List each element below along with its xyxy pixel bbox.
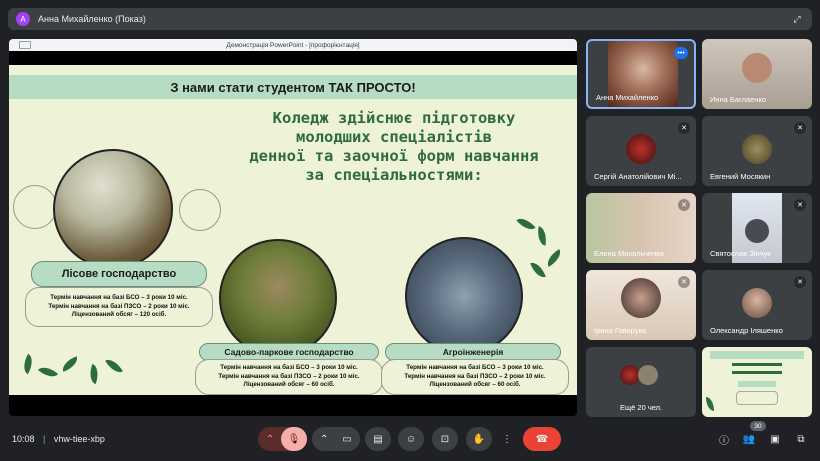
more-options-button[interactable]: ⋮ (498, 427, 516, 451)
expand-icon[interactable]: ⤢ (790, 13, 804, 25)
presentation-slide: З нами стати студентом ТАК ПРОСТО! Колед… (9, 65, 577, 395)
mic-off-icon: ✕ (794, 199, 806, 211)
avatar (742, 134, 772, 164)
presenter-bar: А Анна Михайленко (Показ) ⤢ (8, 8, 812, 30)
leaf-decoration (37, 362, 59, 382)
avatar (626, 134, 656, 164)
slide-header-text: З нами стати студентом ТАК ПРОСТО! (170, 79, 416, 95)
participant-count-badge: 30 (750, 421, 766, 431)
info-line: Термін навчання на базі БСО – 3 роки 10 … (220, 364, 358, 371)
participant-name: Елена Михальченко (594, 249, 664, 258)
avatar (621, 278, 661, 318)
people-icon[interactable]: 👥 (742, 432, 756, 446)
shared-screen: Демонстрація PowerPoint - [профорієнтаці… (9, 39, 577, 416)
slide-text-line: денної та заочної форм навчання (249, 147, 539, 165)
activities-icon[interactable]: ⧉ (794, 432, 808, 446)
avatar (745, 219, 769, 243)
leaf-decoration (86, 363, 102, 385)
avatar (620, 365, 640, 385)
participant-name: Инна Баглаенко (710, 95, 766, 104)
info-line: Термін навчання на базі ПЗСО – 2 роки 10… (218, 372, 360, 380)
participant-name: Сергій Анатолійович Мі... (594, 172, 682, 181)
thumbnail-pill (738, 381, 776, 387)
leaf-decoration (543, 249, 565, 267)
participant-name: Ірина Говорука (594, 326, 647, 335)
mic-off-icon: ✕ (794, 276, 806, 288)
leaf-decoration (706, 397, 714, 411)
mic-off-icon: ✕ (678, 276, 690, 288)
slide-header: З нами стати студентом ТАК ПРОСТО! (9, 75, 577, 99)
participant-tile[interactable]: ✕ Сергій Анатолійович Мі... (586, 116, 696, 186)
thumbnail-box (736, 391, 778, 405)
participant-tile[interactable]: ✕ Святослав Зінчук (702, 193, 812, 263)
participant-tile[interactable]: ••• Анна Михайленко (586, 39, 696, 109)
presenter-avatar: А (16, 12, 30, 26)
leaf-decoration (535, 226, 549, 246)
chat-icon[interactable]: ▣ (768, 432, 782, 446)
info-line: Ліцензований обсяг – 120 осіб. (71, 311, 167, 318)
leaf-decoration (105, 355, 123, 377)
more-participants-label: Ещё 20 чел. (620, 403, 663, 412)
slide-text-line: за спеціальностями: (305, 166, 483, 184)
clock-time: 10:08 (12, 434, 35, 444)
leaf-decoration (59, 356, 81, 372)
participant-tile[interactable]: ✕ Ірина Говорука (586, 270, 696, 340)
program-info-agro: Термін навчання на базі БСО – 3 роки 10 … (381, 359, 569, 395)
info-line: Термін навчання на базі БСО – 3 роки 10 … (50, 294, 188, 301)
leaf-decoration (530, 259, 546, 281)
info-line: Ліцензований обсяг – 60 осіб. (243, 381, 335, 388)
mic-off-icon: ✕ (678, 122, 690, 134)
slide-thumbnail-tile[interactable] (702, 347, 812, 417)
present-button[interactable]: ⊡ (432, 427, 458, 451)
leaf-decoration (516, 213, 536, 235)
slide-text-line: Коледж здійснює підготовку (272, 109, 516, 127)
avatar (638, 365, 658, 385)
share-titlebar: Демонстрація PowerPoint - [профорієнтаці… (9, 39, 577, 51)
microphone-off-button[interactable]: 🎙 (281, 427, 307, 451)
slide-text-line: молодших спеціалістів (296, 128, 492, 146)
info-line: Термін навчання на базі ПЗСО – 2 роки 10… (404, 372, 546, 380)
participant-tile[interactable]: ✕ Олександр Іляшенко (702, 270, 812, 340)
participant-name: Олександр Іляшенко (710, 326, 783, 335)
participant-name: Анна Михайленко (596, 93, 659, 102)
forestry-photo (53, 149, 173, 269)
meeting-code: vhw-tiee-xbp (53, 434, 105, 444)
program-label-forestry: Лісове господарство (31, 261, 207, 287)
program-info-forestry: Термін навчання на базі БСО – 3 роки 10 … (25, 287, 213, 327)
captions-button[interactable]: ▤ (365, 427, 391, 451)
presenter-name: Анна Михайленко (Показ) (38, 14, 146, 24)
engineering-photo (405, 237, 523, 355)
decor-ring (179, 189, 221, 231)
info-line: Термін навчання на базі ПЗСО – 2 роки 10… (48, 302, 190, 310)
info-icon[interactable]: ⓘ (717, 432, 731, 447)
decor-ring (13, 185, 57, 229)
share-window-title: Демонстрація PowerPoint - [профорієнтаці… (226, 41, 360, 49)
thumbnail-line (732, 371, 782, 374)
slide-main-text: Коледж здійснює підготовку молодших спец… (219, 109, 569, 185)
participant-tile[interactable]: Инна Баглаенко (702, 39, 812, 109)
mic-off-icon: ✕ (794, 122, 806, 134)
garden-photo (219, 239, 337, 357)
avatar (742, 53, 772, 83)
thumbnail-header (710, 351, 804, 359)
emoji-button[interactable]: ☺ (398, 427, 424, 451)
avatar (742, 288, 772, 318)
leave-call-button[interactable]: ☎ (523, 427, 561, 451)
participant-name: Святослав Зінчук (710, 249, 771, 258)
more-participants-tile[interactable]: Ещё 20 чел. (586, 347, 696, 417)
participant-name: Евгений Мосякин (710, 172, 771, 181)
camera-button[interactable]: ▭ (334, 427, 360, 451)
participant-tile[interactable]: ✕ Елена Михальченко (586, 193, 696, 263)
leaf-decoration (19, 353, 37, 375)
participant-tile[interactable]: ✕ Евгений Мосякин (702, 116, 812, 186)
info-line: Ліцензований обсяг – 60 осіб. (429, 381, 521, 388)
meeting-info: 10:08 | vhw-tiee-xbp (12, 434, 105, 444)
raise-hand-button[interactable]: ✋ (466, 427, 492, 451)
mic-off-icon: ✕ (678, 199, 690, 211)
thumbnail-line (732, 363, 782, 366)
program-info-garden: Термін навчання на базі БСО – 3 роки 10 … (195, 359, 383, 395)
info-line: Термін навчання на базі БСО – 3 роки 10 … (406, 364, 544, 371)
more-options-icon[interactable]: ••• (674, 47, 688, 59)
window-icon (19, 41, 31, 49)
